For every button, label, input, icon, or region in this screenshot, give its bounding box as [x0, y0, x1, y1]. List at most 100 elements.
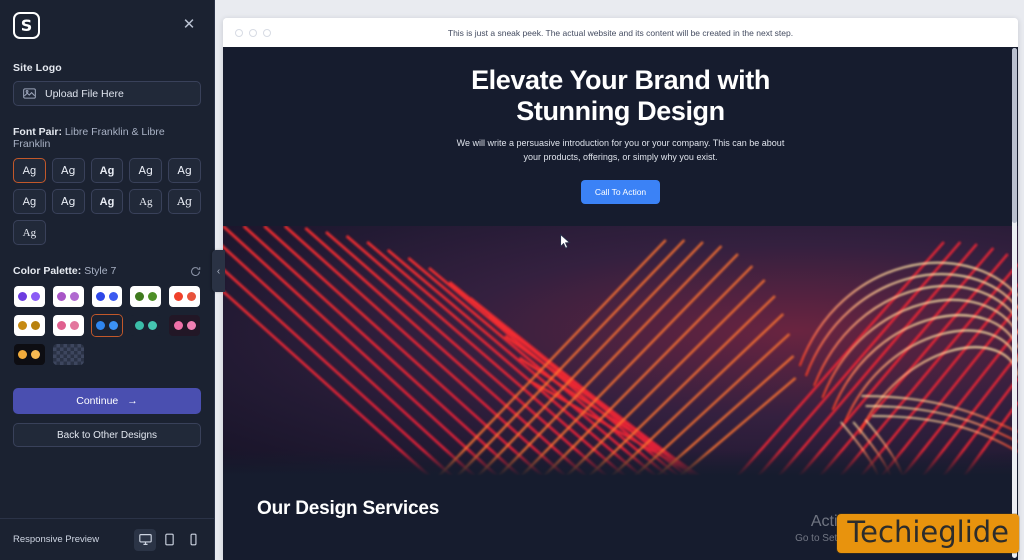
- font-pair-chip-11[interactable]: Ag: [13, 220, 46, 245]
- hero-headline: Elevate Your Brand with Stunning Design: [471, 65, 770, 126]
- color-palette-title: Color Palette:: [13, 265, 82, 277]
- font-pair-title: Font Pair:: [13, 126, 62, 138]
- swatch-dot-2: [70, 321, 80, 330]
- window-dot-minimize[interactable]: [249, 28, 257, 37]
- browser-frame: This is just a sneak peek. The actual we…: [223, 18, 1018, 560]
- font-pair-chip-4[interactable]: Ag: [129, 158, 163, 183]
- swatch-dot-2: [147, 321, 157, 330]
- swatch-dot-2: [31, 350, 41, 359]
- swatch-dot-1: [95, 292, 105, 301]
- swatch-body: [14, 315, 45, 336]
- swatch-dot-1: [173, 292, 183, 301]
- swatch-dot-2: [186, 321, 196, 330]
- site-logo-label: Site Logo: [13, 62, 62, 74]
- swatch-dot-1: [57, 292, 67, 301]
- upload-file-field[interactable]: Upload File Here: [13, 81, 201, 106]
- image-icon: [23, 88, 36, 99]
- swatch-dot-1: [18, 321, 28, 330]
- font-pair-chip-10[interactable]: Ag: [168, 189, 201, 214]
- app-root: S ✕ Site Logo Upload File Here Font Pair…: [0, 0, 1024, 560]
- sidebar-body: Site Logo Upload File Here Font Pair: Li…: [0, 39, 214, 518]
- color-palette-swatch-1[interactable]: [13, 285, 46, 308]
- close-icon[interactable]: ✕: [179, 15, 199, 35]
- color-palette-swatch-4[interactable]: [129, 285, 162, 308]
- swatch-body: [91, 315, 123, 336]
- swatch-body: [14, 344, 45, 365]
- font-pair-header: Font Pair: Libre Franklin & Libre Frankl…: [13, 126, 201, 150]
- swatch-dot-2: [108, 292, 118, 301]
- call-to-action-button[interactable]: Call To Action: [580, 179, 661, 204]
- font-pair-grid: Ag Ag Ag Ag Ag Ag Ag Ag Ag Ag Ag: [13, 158, 201, 245]
- swatch-body: [169, 286, 200, 307]
- hero-image: [223, 225, 1018, 476]
- preview-stage: This is just a sneak peek. The actual we…: [215, 0, 1024, 560]
- site-preview: Elevate Your Brand with Stunning Design …: [223, 47, 1018, 560]
- swatch-dot-1: [18, 292, 28, 301]
- tablet-icon[interactable]: [158, 529, 180, 551]
- font-pair-chip-2[interactable]: Ag: [51, 158, 85, 183]
- swatch-body: [52, 315, 84, 336]
- preview-scrollbar[interactable]: [1012, 48, 1017, 558]
- swatch-dot-2: [147, 292, 157, 301]
- font-pair-chip-3[interactable]: Ag: [90, 158, 124, 183]
- design-settings-sidebar: S ✕ Site Logo Upload File Here Font Pair…: [0, 0, 225, 560]
- back-to-other-designs-button[interactable]: Back to Other Designs: [13, 423, 201, 447]
- preview-scrollbar-thumb[interactable]: [1012, 48, 1017, 223]
- color-palette-swatch-11[interactable]: [13, 343, 46, 366]
- font-pair-label: Font Pair: Libre Franklin & Libre Frankl…: [13, 126, 201, 150]
- collapse-sidebar-handle[interactable]: ‹: [212, 250, 225, 292]
- mobile-icon[interactable]: [182, 529, 204, 551]
- desktop-icon[interactable]: [134, 528, 156, 551]
- hero-section: Elevate Your Brand with Stunning Design …: [223, 47, 1018, 226]
- swatch-body: [14, 286, 45, 307]
- color-palette-label: Color Palette: Style 7: [13, 265, 116, 277]
- light-trails-graphic: [223, 225, 1018, 476]
- refresh-icon[interactable]: [190, 266, 201, 277]
- font-pair-chip-7[interactable]: Ag: [51, 189, 85, 214]
- hero-subtext: We will write a persuasive introduction …: [456, 138, 785, 162]
- swatch-dot-1: [95, 321, 105, 330]
- color-palette-swatch-9[interactable]: [129, 314, 162, 337]
- color-palette-swatch-8[interactable]: [90, 314, 124, 337]
- swatch-body: [130, 315, 162, 336]
- font-pair-chip-1[interactable]: Ag: [13, 158, 46, 183]
- color-palette-grid: [13, 285, 201, 366]
- swatch-dot-2: [31, 321, 41, 330]
- swatch-dot-2: [108, 321, 118, 330]
- color-palette-swatch-7[interactable]: [52, 314, 85, 337]
- font-pair-chip-5[interactable]: Ag: [168, 158, 201, 183]
- techieglide-watermark: Techieglide: [837, 514, 1019, 553]
- responsive-preview-bar: Responsive Preview: [0, 518, 214, 560]
- color-palette-swatch-10[interactable]: [168, 314, 201, 337]
- color-palette-swatch-6[interactable]: [13, 314, 46, 337]
- swatch-dot-1: [18, 350, 28, 359]
- responsive-preview-label: Responsive Preview: [13, 534, 100, 545]
- app-logo: S: [13, 12, 40, 39]
- font-pair-chip-6[interactable]: Ag: [13, 189, 46, 214]
- swatch-body: [91, 286, 123, 307]
- swatch-body: [52, 344, 84, 365]
- upload-file-text: Upload File Here: [45, 87, 124, 100]
- color-palette-swatch-3[interactable]: [91, 285, 124, 308]
- window-dots: [235, 28, 271, 37]
- color-palette-swatch-12[interactable]: [52, 343, 85, 366]
- color-palette-header: Color Palette: Style 7: [13, 265, 201, 277]
- arrow-right-icon: →: [127, 395, 138, 407]
- color-palette-value: Style 7: [84, 265, 117, 277]
- swatch-dot-2: [186, 292, 196, 301]
- continue-button[interactable]: Continue →: [13, 388, 201, 414]
- color-palette-swatch-5[interactable]: [168, 285, 201, 308]
- swatch-dot-2: [31, 292, 41, 301]
- swatch-dot-2: [70, 292, 80, 301]
- sneak-peek-note: This is just a sneak peek. The actual we…: [447, 27, 794, 38]
- swatch-body: [169, 315, 200, 336]
- color-palette-swatch-2[interactable]: [52, 285, 85, 308]
- swatch-dot-1: [134, 292, 144, 301]
- font-pair-chip-8[interactable]: Ag: [90, 189, 124, 214]
- window-dot-maximize[interactable]: [263, 28, 271, 37]
- swatch-dot-1: [57, 321, 67, 330]
- continue-label: Continue: [76, 395, 119, 407]
- window-dot-close[interactable]: [235, 28, 243, 37]
- font-pair-chip-9[interactable]: Ag: [129, 189, 163, 214]
- browser-chrome-bar: This is just a sneak peek. The actual we…: [223, 18, 1018, 47]
